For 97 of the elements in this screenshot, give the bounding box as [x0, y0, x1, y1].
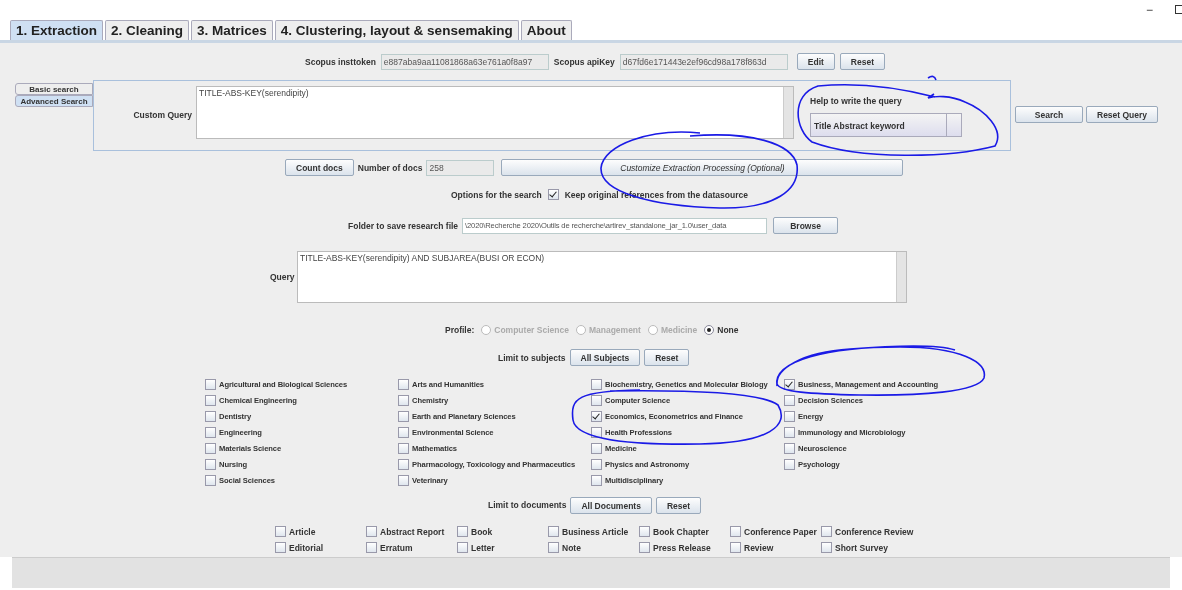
tab[interactable]: 2. Cleaning: [105, 20, 190, 40]
field-label: Options for the search: [451, 189, 542, 200]
query-field[interactable]: TITLE-ABS-KEY(serendipity) AND SUBJAREA(BUSI OR ECON): [297, 251, 907, 303]
checkbox[interactable]: [591, 475, 602, 487]
field-label: Limit to subjects: [498, 352, 566, 363]
tab[interactable]: 4. Clustering, layout & sensemaking: [274, 20, 519, 40]
checkbox[interactable]: [730, 526, 741, 538]
checkbox[interactable]: [205, 410, 216, 422]
checkbox[interactable]: [457, 542, 468, 554]
maximize-icon[interactable]: [1175, 5, 1182, 14]
reset-button[interactable]: Reset: [655, 496, 702, 514]
checkbox-label[interactable]: Editorial: [289, 542, 323, 553]
checkbox[interactable]: [205, 394, 216, 406]
checkbox[interactable]: [548, 526, 559, 538]
scrollbar[interactable]: [896, 252, 906, 302]
checkbox[interactable]: [784, 442, 795, 454]
checkbox[interactable]: [398, 378, 409, 390]
checkbox[interactable]: [591, 442, 602, 454]
checkbox[interactable]: [398, 410, 409, 422]
field-label: Profile:: [445, 325, 475, 335]
checkbox[interactable]: [398, 475, 409, 487]
checkbox[interactable]: [784, 378, 795, 390]
checkbox[interactable]: [784, 394, 795, 406]
checkbox[interactable]: [398, 394, 409, 406]
checkbox[interactable]: [591, 459, 602, 470]
checkbox[interactable]: [205, 378, 216, 390]
checkbox-label[interactable]: Article: [289, 526, 316, 537]
checkbox[interactable]: [784, 459, 795, 470]
radio-button[interactable]: [704, 325, 715, 335]
checkbox[interactable]: [366, 526, 377, 538]
number-of-docs-field: 258: [426, 159, 495, 176]
checkbox[interactable]: [548, 542, 559, 554]
checkbox-label[interactable]: Conference Review: [835, 526, 914, 537]
checkbox[interactable]: [366, 542, 377, 554]
insttoken-field[interactable]: e887aba9aa11081868a63e761a0f8a97: [380, 53, 549, 70]
search-mode-tab[interactable]: Advanced Search: [15, 95, 93, 107]
checkbox-label[interactable]: Review: [744, 542, 774, 553]
all-documents-button[interactable]: All Documents: [570, 496, 652, 514]
apikey-field[interactable]: d67fd6e171443e2ef96cd98a178f863d: [619, 53, 788, 70]
checkbox[interactable]: [275, 542, 286, 554]
tab[interactable]: 1. Extraction: [10, 20, 104, 40]
radio-label[interactable]: None: [717, 325, 739, 335]
checkbox-label[interactable]: Abstract Report: [380, 526, 445, 537]
checkbox[interactable]: [591, 426, 602, 438]
scrollbar[interactable]: [783, 87, 793, 138]
all-subjects-button[interactable]: All Subjects: [569, 349, 641, 366]
checkbox-label[interactable]: Press Release: [653, 542, 711, 553]
checkbox[interactable]: [591, 410, 602, 422]
reset-button[interactable]: Reset: [644, 349, 690, 366]
checkbox[interactable]: [730, 542, 741, 554]
checkbox[interactable]: [639, 542, 650, 554]
checkbox-label[interactable]: Letter: [471, 542, 495, 553]
checkbox-label[interactable]: Book Chapter: [653, 526, 709, 537]
checkbox[interactable]: [275, 526, 286, 538]
field-label: Custom Query: [132, 110, 192, 120]
checkbox[interactable]: [591, 378, 602, 390]
checkbox[interactable]: [457, 526, 468, 538]
tab[interactable]: 3. Matrices: [191, 20, 273, 40]
checkbox[interactable]: [205, 426, 216, 438]
checkbox-label[interactable]: Book: [471, 526, 493, 537]
checkbox[interactable]: [821, 526, 832, 538]
edit-button[interactable]: Edit: [796, 53, 835, 70]
reset-button[interactable]: Reset: [839, 53, 885, 70]
checkbox[interactable]: [821, 542, 832, 554]
checkbox[interactable]: [398, 459, 409, 470]
minimize-button[interactable]: −: [1146, 2, 1153, 17]
help-label: Help to write the query: [810, 96, 903, 106]
field-label: Scopus insttoken: [305, 56, 376, 67]
field-label: Number of docs: [357, 162, 423, 173]
checkbox[interactable]: [398, 442, 409, 454]
checkbox[interactable]: [639, 526, 650, 538]
checkbox[interactable]: [205, 459, 216, 470]
field-label: Limit to documents: [488, 500, 567, 511]
checkbox-label[interactable]: Note: [562, 542, 581, 553]
field-label: Query: [270, 272, 294, 282]
tab[interactable]: About: [520, 20, 572, 40]
count-docs-button[interactable]: Count docs: [285, 159, 354, 176]
checkbox[interactable]: [591, 394, 602, 406]
browse-button[interactable]: Browse: [773, 217, 839, 234]
checkbox[interactable]: [398, 426, 409, 438]
query-type-dropdown[interactable]: Title Abstract keyword: [810, 113, 962, 137]
checkbox-label[interactable]: Conference Paper: [744, 526, 817, 537]
checkbox[interactable]: [784, 426, 795, 438]
checkbox-label[interactable]: Business Article: [562, 526, 629, 537]
checkbox[interactable]: [547, 189, 559, 200]
field-label: Scopus apiKey: [553, 56, 615, 67]
checkbox[interactable]: [205, 475, 216, 487]
custom-query-field[interactable]: TITLE-ABS-KEY(serendipity): [196, 86, 794, 139]
field-label: Folder to save research file: [348, 220, 459, 231]
checkbox[interactable]: [784, 410, 795, 422]
search-mode-tab[interactable]: Basic search: [15, 83, 93, 95]
checkbox-label[interactable]: Erratum: [380, 542, 413, 553]
search-button[interactable]: Search: [1015, 106, 1083, 123]
checkbox-label[interactable]: Short Survey: [835, 542, 888, 553]
reset-query-button[interactable]: Reset Query: [1086, 106, 1159, 123]
checkbox[interactable]: [205, 442, 216, 454]
customize-extraction-button[interactable]: Customize Extraction Processing (Optional): [501, 159, 904, 176]
